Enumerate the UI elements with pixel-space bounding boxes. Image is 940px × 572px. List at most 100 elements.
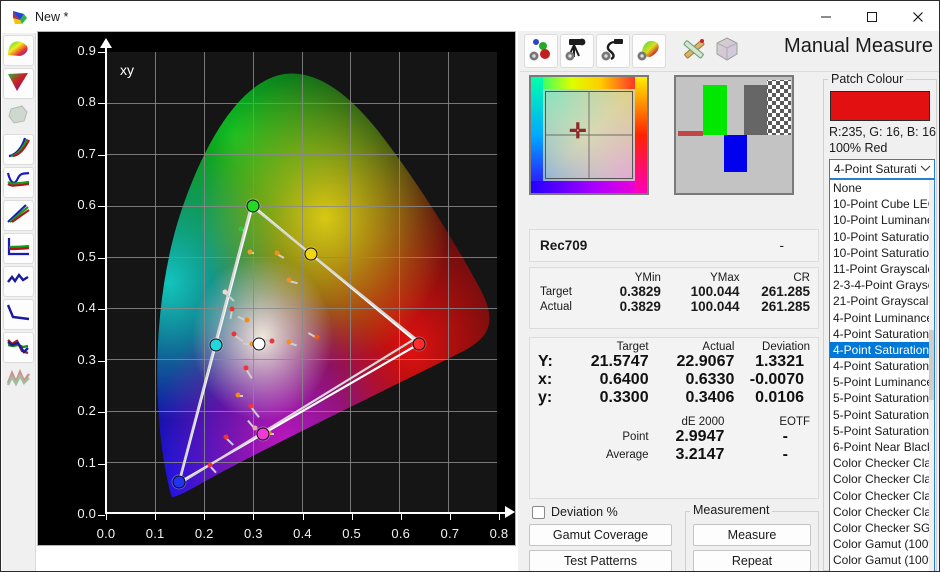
listbox-option[interactable]: 5-Point Saturation ( bbox=[830, 407, 934, 423]
test-sequence-combobox[interactable]: 4-Point Saturati bbox=[829, 159, 935, 179]
measurement-point[interactable] bbox=[274, 250, 280, 256]
listbox-option[interactable]: Color Gamut (75% S bbox=[830, 569, 934, 572]
x-tick bbox=[400, 514, 402, 520]
x-tick-label: 0.3 bbox=[244, 526, 263, 541]
table-row: Target 0.3829 100.044 261.285 bbox=[530, 284, 818, 299]
camera-tripod-button[interactable] bbox=[560, 34, 594, 68]
measurement-point[interactable] bbox=[223, 434, 229, 440]
listbox-option[interactable]: 5-Point Saturation ( bbox=[830, 390, 934, 406]
listbox-option[interactable]: 2-3-4-Point Graysca bbox=[830, 277, 934, 293]
cube-3d-button[interactable] bbox=[710, 34, 744, 68]
magenta-secondary[interactable] bbox=[256, 427, 270, 441]
listbox-option[interactable]: 10-Point Saturation bbox=[830, 245, 934, 261]
x-tick-label: 0.6 bbox=[391, 526, 411, 541]
test-pattern-preview[interactable] bbox=[674, 75, 794, 195]
measurement-point[interactable] bbox=[248, 403, 254, 409]
y-tick bbox=[98, 206, 105, 208]
measurement-point[interactable] bbox=[235, 392, 241, 398]
sidebar-item-gamut-volume[interactable] bbox=[3, 101, 34, 132]
col-header-actual: Actual bbox=[702, 341, 735, 353]
y-tick-label: 0.2 bbox=[77, 403, 96, 419]
measure-button[interactable]: Measure bbox=[693, 524, 811, 546]
listbox-option[interactable]: 6-Point Near Black bbox=[830, 439, 934, 455]
sidebar-item-gamma[interactable] bbox=[3, 233, 34, 264]
measurement-point[interactable] bbox=[286, 277, 292, 283]
sidebar-item-rgb-levels[interactable] bbox=[3, 134, 34, 165]
table-row: Y: 21.5747 22.9067 1.3321 bbox=[530, 353, 818, 371]
listbox-option[interactable]: Color Checker Class bbox=[830, 488, 934, 504]
listbox-scrollbar-thumb[interactable] bbox=[929, 330, 934, 400]
y-tick-label: 0.7 bbox=[77, 145, 96, 161]
listbox-option[interactable]: 10-Point Cube LEGA bbox=[830, 196, 934, 212]
x-tick bbox=[499, 514, 500, 520]
measurement-point[interactable] bbox=[269, 338, 275, 344]
measurement-point[interactable] bbox=[247, 249, 253, 255]
maximize-button[interactable] bbox=[849, 1, 895, 33]
measurement-point[interactable] bbox=[231, 331, 237, 337]
listbox-option[interactable]: 4-Point Luminance bbox=[830, 310, 934, 326]
red-primary[interactable] bbox=[412, 337, 426, 351]
repeat-button[interactable]: Repeat bbox=[693, 550, 811, 571]
sensor-settings-button[interactable] bbox=[524, 34, 558, 68]
color-gamut-button[interactable] bbox=[632, 34, 666, 68]
gamma-curve-icon bbox=[6, 235, 31, 263]
listbox-option[interactable]: 5-Point Saturation ( bbox=[830, 423, 934, 439]
listbox-option[interactable]: 10-Point Luminance bbox=[830, 212, 934, 228]
y-tick bbox=[98, 52, 105, 53]
color-wheel-preview[interactable]: ✛ bbox=[529, 75, 649, 195]
yellow-secondary[interactable] bbox=[304, 247, 318, 261]
x-axis-line bbox=[105, 512, 507, 514]
white-point[interactable] bbox=[252, 337, 266, 351]
listbox-option[interactable]: None bbox=[830, 180, 934, 196]
measurement-point[interactable] bbox=[314, 334, 320, 340]
sidebar-item-luminance[interactable] bbox=[3, 200, 34, 231]
cyan-secondary[interactable] bbox=[209, 338, 223, 352]
measurement-point[interactable] bbox=[243, 365, 249, 371]
listbox-option[interactable]: Color Gamut (100% bbox=[830, 552, 934, 568]
listbox-option[interactable]: Color Checker Class bbox=[830, 455, 934, 471]
sidebar-item-cie-chart[interactable] bbox=[3, 35, 34, 66]
sidebar-item-color-checker[interactable] bbox=[3, 365, 34, 396]
sidebar-item-gamut-3d[interactable] bbox=[3, 68, 34, 99]
listbox-scrollbar[interactable] bbox=[929, 180, 934, 571]
test-sequence-listbox[interactable]: None 10-Point Cube LEGA 10-Point Luminance… bbox=[829, 179, 935, 572]
measurement-point[interactable] bbox=[229, 306, 235, 312]
sidebar-item-delta-e[interactable] bbox=[3, 266, 34, 297]
chevron-down-icon[interactable] bbox=[916, 164, 934, 174]
x-tick-label: 0.8 bbox=[489, 526, 509, 541]
measurement-point[interactable] bbox=[238, 226, 244, 232]
listbox-option[interactable]: Color Checker Class bbox=[830, 471, 934, 487]
measurement-point[interactable] bbox=[244, 317, 250, 323]
test-patterns-button[interactable]: Test Patterns bbox=[529, 550, 672, 571]
edit-tools-button[interactable] bbox=[677, 34, 711, 68]
gamut-coverage-button[interactable]: Gamut Coverage bbox=[529, 524, 672, 546]
listbox-option[interactable]: 10-Point Saturation bbox=[830, 229, 934, 245]
sidebar-item-rgb-balance[interactable] bbox=[3, 167, 34, 198]
listbox-option[interactable]: 5-Point Luminance bbox=[830, 374, 934, 390]
deviation-percent-checkbox[interactable]: Deviation % bbox=[532, 505, 618, 519]
checkbox-icon[interactable] bbox=[532, 505, 545, 519]
chart-plot-area bbox=[106, 52, 497, 513]
blue-primary[interactable] bbox=[172, 475, 186, 489]
minimize-button[interactable] bbox=[803, 1, 849, 33]
cie-chromaticity-chart[interactable]: xy 0.0 0.1 0.2 0.3 0.4 0.5 0.6 0.7 0.8 0.9 0.0 0.1… bbox=[37, 31, 516, 546]
cable-connection-button[interactable] bbox=[596, 34, 630, 68]
sidebar-item-saturation-sweep[interactable] bbox=[3, 332, 34, 363]
sensor-settings-icon bbox=[528, 36, 554, 67]
listbox-option[interactable]: 4-Point Saturation ( bbox=[830, 358, 934, 374]
row-label-y: y: bbox=[538, 389, 553, 406]
measurement-point[interactable] bbox=[207, 462, 213, 468]
listbox-option[interactable]: 21-Point Grayscale bbox=[830, 293, 934, 309]
measurement-point[interactable] bbox=[222, 289, 228, 295]
listbox-option[interactable]: Color Checker Class bbox=[830, 504, 934, 520]
listbox-option[interactable]: 11-Point Grayscale bbox=[830, 261, 934, 277]
listbox-option[interactable]: Color Gamut (100% bbox=[830, 536, 934, 552]
green-primary[interactable] bbox=[246, 199, 260, 213]
listbox-option[interactable]: Color Checker SG Fl bbox=[830, 520, 934, 536]
listbox-option[interactable]: 4-Point Saturation ( bbox=[830, 326, 934, 342]
sidebar-item-near-black[interactable] bbox=[3, 299, 34, 330]
close-button[interactable] bbox=[895, 1, 939, 33]
listbox-option[interactable]: 4-Point Saturation ( bbox=[830, 341, 934, 359]
measurement-point[interactable] bbox=[286, 339, 292, 345]
window-controls bbox=[803, 1, 939, 33]
